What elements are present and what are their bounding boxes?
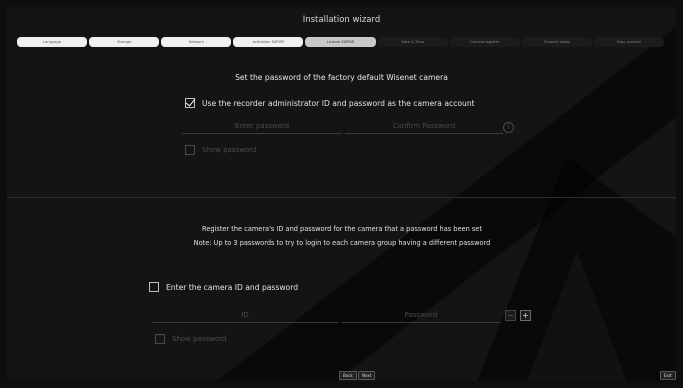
add-password-button[interactable]: + xyxy=(520,310,531,321)
wisenet-logo-watermark-icon xyxy=(217,27,676,381)
step-date-time[interactable]: Date & Time xyxy=(377,37,448,47)
section1-heading: Set the password of the factory default … xyxy=(235,73,448,82)
use-admin-row[interactable]: Use the recorder administrator ID and pa… xyxy=(185,98,475,108)
section2-note-2: Note: Up to 3 passwords to try to login … xyxy=(193,239,491,247)
step-storage[interactable]: Storage xyxy=(89,37,160,47)
camera-password-field[interactable]: Password xyxy=(341,309,501,323)
enter-id-row[interactable]: Enter the camera ID and password xyxy=(149,282,298,292)
step-activation[interactable]: Activation EXPIRE xyxy=(233,37,304,47)
remove-password-button[interactable]: − xyxy=(505,310,516,321)
use-admin-checkbox[interactable] xyxy=(185,98,195,108)
info-icon[interactable]: i xyxy=(503,122,514,133)
camera-id-field[interactable]: ID xyxy=(152,309,338,323)
wizard-window: Installation wizard Language Storage Net… xyxy=(7,7,676,381)
show-password-label-2: Show password xyxy=(172,335,227,343)
enter-password-field[interactable]: Enter password xyxy=(182,120,342,134)
back-button[interactable]: Back xyxy=(339,371,357,380)
window-title: Installation wizard xyxy=(302,15,381,25)
wizard-steps: Language Storage Network Activation EXPI… xyxy=(17,37,666,47)
step-easy-connect[interactable]: Easy connect xyxy=(593,37,664,47)
enter-id-label: Enter the camera ID and password xyxy=(166,282,299,292)
exit-button[interactable]: Exit xyxy=(660,371,676,380)
show-password-checkbox-1[interactable] xyxy=(185,145,195,155)
use-admin-label: Use the recorder administrator ID and pa… xyxy=(202,98,475,108)
step-license[interactable]: License EXPIRE xyxy=(305,37,376,47)
show-password-checkbox-2[interactable] xyxy=(155,334,165,344)
step-network[interactable]: Network xyxy=(161,37,232,47)
show-password-label-1: Show password xyxy=(202,146,257,154)
step-channel-setup[interactable]: Channel setup xyxy=(521,37,592,47)
enter-id-checkbox[interactable] xyxy=(149,282,159,292)
section-divider xyxy=(7,197,676,198)
next-button[interactable]: Next xyxy=(358,371,376,380)
confirm-password-field[interactable]: Confirm Password xyxy=(345,120,503,134)
section2-note-1: Register the camera's ID and password fo… xyxy=(202,225,482,233)
step-camera-register[interactable]: Camera register xyxy=(449,37,520,47)
show-password-row-1[interactable]: Show password xyxy=(185,145,256,155)
step-language[interactable]: Language xyxy=(17,37,88,47)
show-password-row-2[interactable]: Show password xyxy=(155,334,226,344)
